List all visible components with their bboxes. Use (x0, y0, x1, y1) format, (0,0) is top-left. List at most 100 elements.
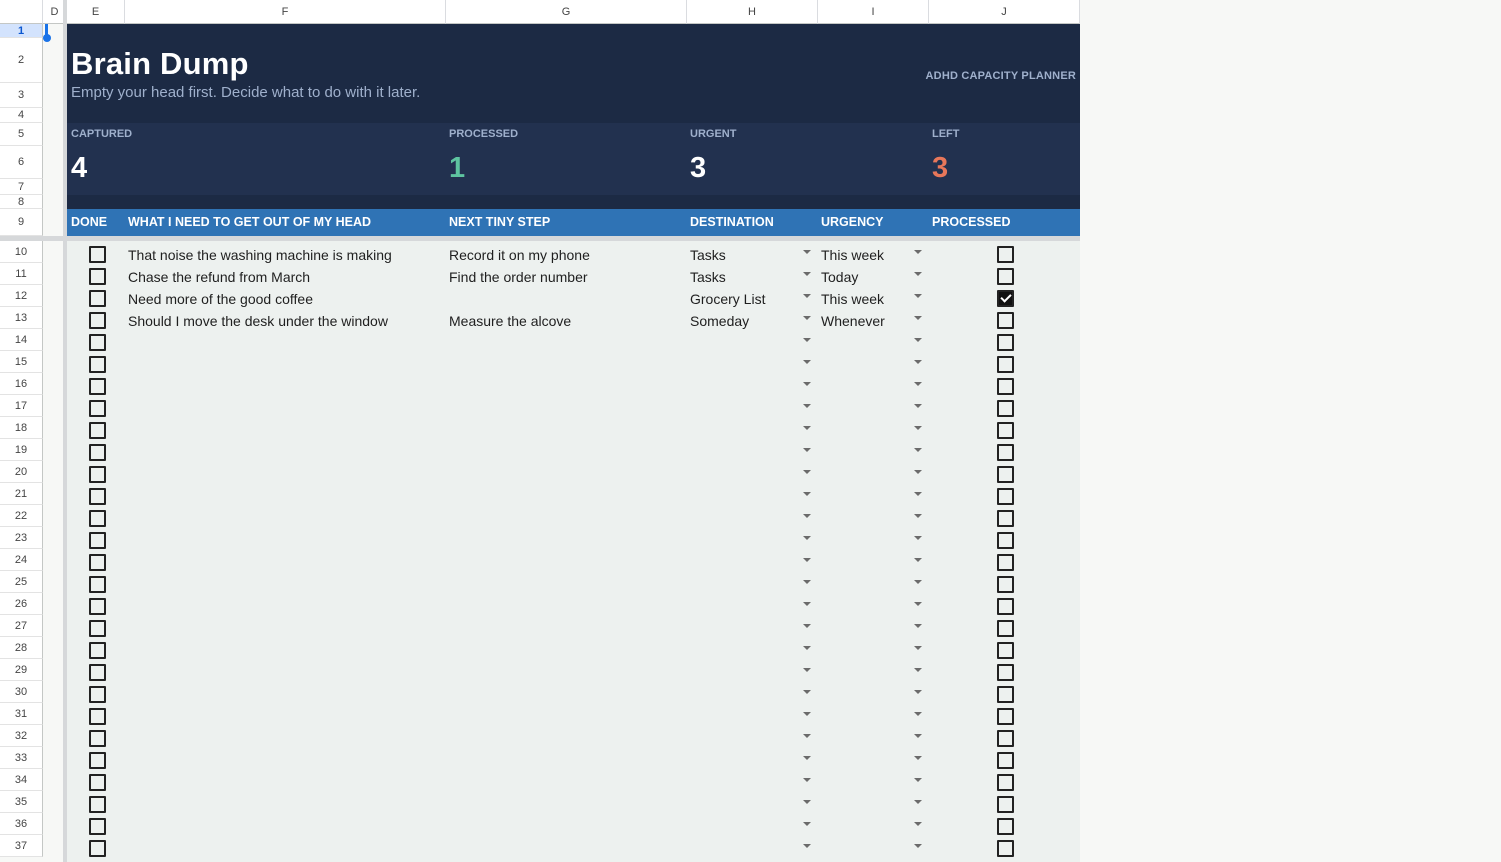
row-header-15[interactable]: 15 (0, 351, 43, 373)
destination-dropdown-icon[interactable] (803, 558, 811, 562)
destination-dropdown-icon[interactable] (803, 536, 811, 540)
done-checkbox[interactable] (89, 466, 106, 483)
destination-dropdown-icon[interactable] (803, 778, 811, 782)
row-header-24[interactable]: 24 (0, 549, 43, 571)
urgency-dropdown-icon[interactable] (914, 426, 922, 430)
cell-urgency[interactable]: Today (821, 269, 858, 285)
done-checkbox[interactable] (89, 664, 106, 681)
processed-checkbox[interactable] (997, 730, 1014, 747)
row-header-5[interactable]: 5 (0, 123, 43, 146)
urgency-dropdown-icon[interactable] (914, 734, 922, 738)
done-checkbox[interactable] (89, 818, 106, 835)
row-header-31[interactable]: 31 (0, 703, 43, 725)
processed-checkbox[interactable] (997, 554, 1014, 571)
destination-dropdown-icon[interactable] (803, 734, 811, 738)
column-header-e[interactable]: E (67, 0, 125, 24)
done-checkbox[interactable] (89, 598, 106, 615)
processed-checkbox[interactable] (997, 840, 1014, 857)
row-header-33[interactable]: 33 (0, 747, 43, 769)
destination-dropdown-icon[interactable] (803, 492, 811, 496)
cell-item[interactable]: Should I move the desk under the window (128, 313, 388, 329)
processed-checkbox[interactable] (997, 246, 1014, 263)
urgency-dropdown-icon[interactable] (914, 294, 922, 298)
processed-checkbox[interactable] (997, 796, 1014, 813)
urgency-dropdown-icon[interactable] (914, 382, 922, 386)
processed-checkbox[interactable] (997, 356, 1014, 373)
destination-dropdown-icon[interactable] (803, 294, 811, 298)
destination-dropdown-icon[interactable] (803, 624, 811, 628)
done-checkbox[interactable] (89, 554, 106, 571)
row-header-29[interactable]: 29 (0, 659, 43, 681)
done-checkbox[interactable] (89, 708, 106, 725)
destination-dropdown-icon[interactable] (803, 316, 811, 320)
urgency-dropdown-icon[interactable] (914, 844, 922, 848)
processed-checkbox[interactable] (997, 686, 1014, 703)
done-checkbox[interactable] (89, 268, 106, 285)
row-header-21[interactable]: 21 (0, 483, 43, 505)
urgency-dropdown-icon[interactable] (914, 558, 922, 562)
row-header-27[interactable]: 27 (0, 615, 43, 637)
column-header-j[interactable]: J (929, 0, 1080, 24)
destination-dropdown-icon[interactable] (803, 646, 811, 650)
row-header-19[interactable]: 19 (0, 439, 43, 461)
done-checkbox[interactable] (89, 686, 106, 703)
column-header-h[interactable]: H (687, 0, 818, 24)
done-checkbox[interactable] (89, 246, 106, 263)
selection-handle[interactable] (43, 34, 51, 42)
destination-dropdown-icon[interactable] (803, 338, 811, 342)
done-checkbox[interactable] (89, 532, 106, 549)
row-header-28[interactable]: 28 (0, 637, 43, 659)
urgency-dropdown-icon[interactable] (914, 536, 922, 540)
cell-item[interactable]: Chase the refund from March (128, 269, 310, 285)
urgency-dropdown-icon[interactable] (914, 316, 922, 320)
destination-dropdown-icon[interactable] (803, 844, 811, 848)
cell-step[interactable]: Record it on my phone (449, 247, 590, 263)
done-checkbox[interactable] (89, 290, 106, 307)
urgency-dropdown-icon[interactable] (914, 822, 922, 826)
urgency-dropdown-icon[interactable] (914, 668, 922, 672)
row-header-2[interactable]: 2 (0, 38, 43, 83)
processed-checkbox[interactable] (997, 466, 1014, 483)
urgency-dropdown-icon[interactable] (914, 646, 922, 650)
processed-checkbox[interactable] (997, 422, 1014, 439)
processed-checkbox[interactable] (997, 598, 1014, 615)
cell-urgency[interactable]: This week (821, 247, 884, 263)
processed-checkbox[interactable] (997, 642, 1014, 659)
cell-destination[interactable]: Tasks (690, 269, 726, 285)
processed-checkbox[interactable] (997, 818, 1014, 835)
destination-dropdown-icon[interactable] (803, 800, 811, 804)
urgency-dropdown-icon[interactable] (914, 492, 922, 496)
destination-dropdown-icon[interactable] (803, 514, 811, 518)
urgency-dropdown-icon[interactable] (914, 756, 922, 760)
processed-checkbox[interactable] (997, 664, 1014, 681)
processed-checkbox[interactable] (997, 400, 1014, 417)
processed-checkbox[interactable] (997, 532, 1014, 549)
cell-item[interactable]: That noise the washing machine is making (128, 247, 392, 263)
row-header-8[interactable]: 8 (0, 195, 43, 209)
destination-dropdown-icon[interactable] (803, 580, 811, 584)
processed-checkbox[interactable] (997, 290, 1014, 307)
row-header-9[interactable]: 9 (0, 209, 43, 236)
processed-checkbox[interactable] (997, 268, 1014, 285)
row-header-4[interactable]: 4 (0, 108, 43, 123)
row-header-16[interactable]: 16 (0, 373, 43, 395)
destination-dropdown-icon[interactable] (803, 426, 811, 430)
urgency-dropdown-icon[interactable] (914, 800, 922, 804)
cell-urgency[interactable]: Whenever (821, 313, 885, 329)
done-checkbox[interactable] (89, 444, 106, 461)
row-header-10[interactable]: 10 (0, 241, 43, 263)
done-checkbox[interactable] (89, 510, 106, 527)
processed-checkbox[interactable] (997, 488, 1014, 505)
urgency-dropdown-icon[interactable] (914, 360, 922, 364)
row-header-35[interactable]: 35 (0, 791, 43, 813)
urgency-dropdown-icon[interactable] (914, 272, 922, 276)
processed-checkbox[interactable] (997, 774, 1014, 791)
destination-dropdown-icon[interactable] (803, 668, 811, 672)
row-header-6[interactable]: 6 (0, 146, 43, 179)
row-header-18[interactable]: 18 (0, 417, 43, 439)
cell-step[interactable]: Measure the alcove (449, 313, 571, 329)
done-checkbox[interactable] (89, 642, 106, 659)
destination-dropdown-icon[interactable] (803, 250, 811, 254)
processed-checkbox[interactable] (997, 378, 1014, 395)
done-checkbox[interactable] (89, 356, 106, 373)
